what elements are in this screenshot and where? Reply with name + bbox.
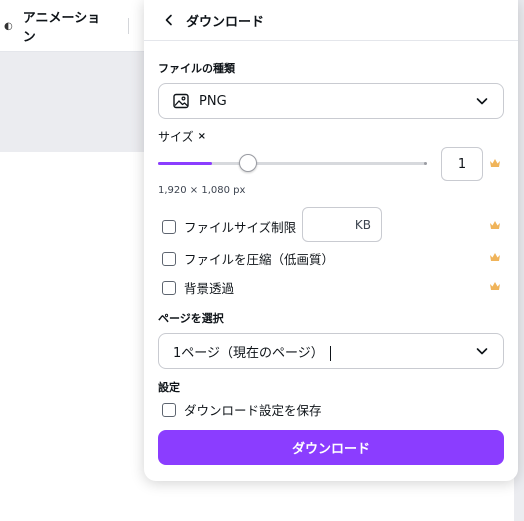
crown-icon <box>490 282 500 290</box>
compress-label: ファイルを圧縮（低画質） <box>184 252 335 267</box>
download-button[interactable]: ダウンロード <box>158 430 504 465</box>
animation-button[interactable]: アニメーション <box>23 7 112 45</box>
size-slider-end <box>424 162 427 165</box>
transparent-background-checkbox[interactable] <box>162 280 176 295</box>
panel-header: ダウンロード <box>144 0 518 41</box>
file-size-limit-input[interactable]: KB <box>302 207 382 242</box>
toolbar-divider <box>127 18 129 34</box>
size-slider[interactable] <box>158 154 427 172</box>
crown-icon <box>490 159 500 167</box>
limit-file-size-option[interactable]: ファイルサイズ制限 <box>162 217 296 236</box>
page-select-value-wrap: 1ページ（現在のページ） <box>173 342 475 361</box>
size-multiplier-symbol: × <box>197 131 207 142</box>
save-settings-checkbox[interactable] <box>162 402 176 417</box>
file-type-select[interactable]: PNG <box>158 83 504 119</box>
download-panel: ダウンロード ファイルの種類 PNG サイズ × 1 1,920 × 1,080… <box>144 0 518 481</box>
transparent-background-option[interactable]: 背景透過 <box>162 278 234 297</box>
size-label: サイズ × <box>158 128 206 145</box>
file-type-label: ファイルの種類 <box>158 62 235 75</box>
limit-file-size-label: ファイルサイズ制限 <box>184 220 297 235</box>
transparent-background-label: 背景透過 <box>184 281 235 296</box>
image-icon <box>173 93 189 109</box>
save-settings-label: ダウンロード設定を保存 <box>184 403 322 418</box>
compress-checkbox[interactable] <box>162 251 176 266</box>
page-select[interactable]: 1ページ（現在のページ） <box>158 333 504 369</box>
file-type-value: PNG <box>199 93 227 109</box>
text-caret <box>329 345 331 361</box>
page-select-value: 1ページ（現在のページ） <box>173 345 324 361</box>
crown-icon <box>490 221 500 229</box>
settings-label: 設定 <box>158 381 180 394</box>
crown-icon <box>490 253 500 261</box>
size-input[interactable]: 1 <box>441 147 483 181</box>
save-settings-option[interactable]: ダウンロード設定を保存 <box>162 400 322 419</box>
animation-icon: ◐ <box>4 20 13 32</box>
back-button[interactable] <box>158 9 180 31</box>
size-label-text: サイズ <box>158 130 194 144</box>
limit-file-size-checkbox[interactable] <box>162 219 176 234</box>
size-slider-thumb[interactable] <box>239 154 257 172</box>
size-slider-fill <box>158 162 212 165</box>
file-size-unit: KB <box>354 217 371 232</box>
size-dimensions: 1,920 × 1,080 px <box>158 185 246 196</box>
compress-option[interactable]: ファイルを圧縮（低画質） <box>162 249 334 268</box>
chevron-left-icon <box>165 14 172 26</box>
panel-title: ダウンロード <box>186 14 265 30</box>
chevron-down-icon <box>476 348 488 355</box>
chevron-down-icon <box>476 98 488 105</box>
page-select-label: ページを選択 <box>158 312 224 325</box>
